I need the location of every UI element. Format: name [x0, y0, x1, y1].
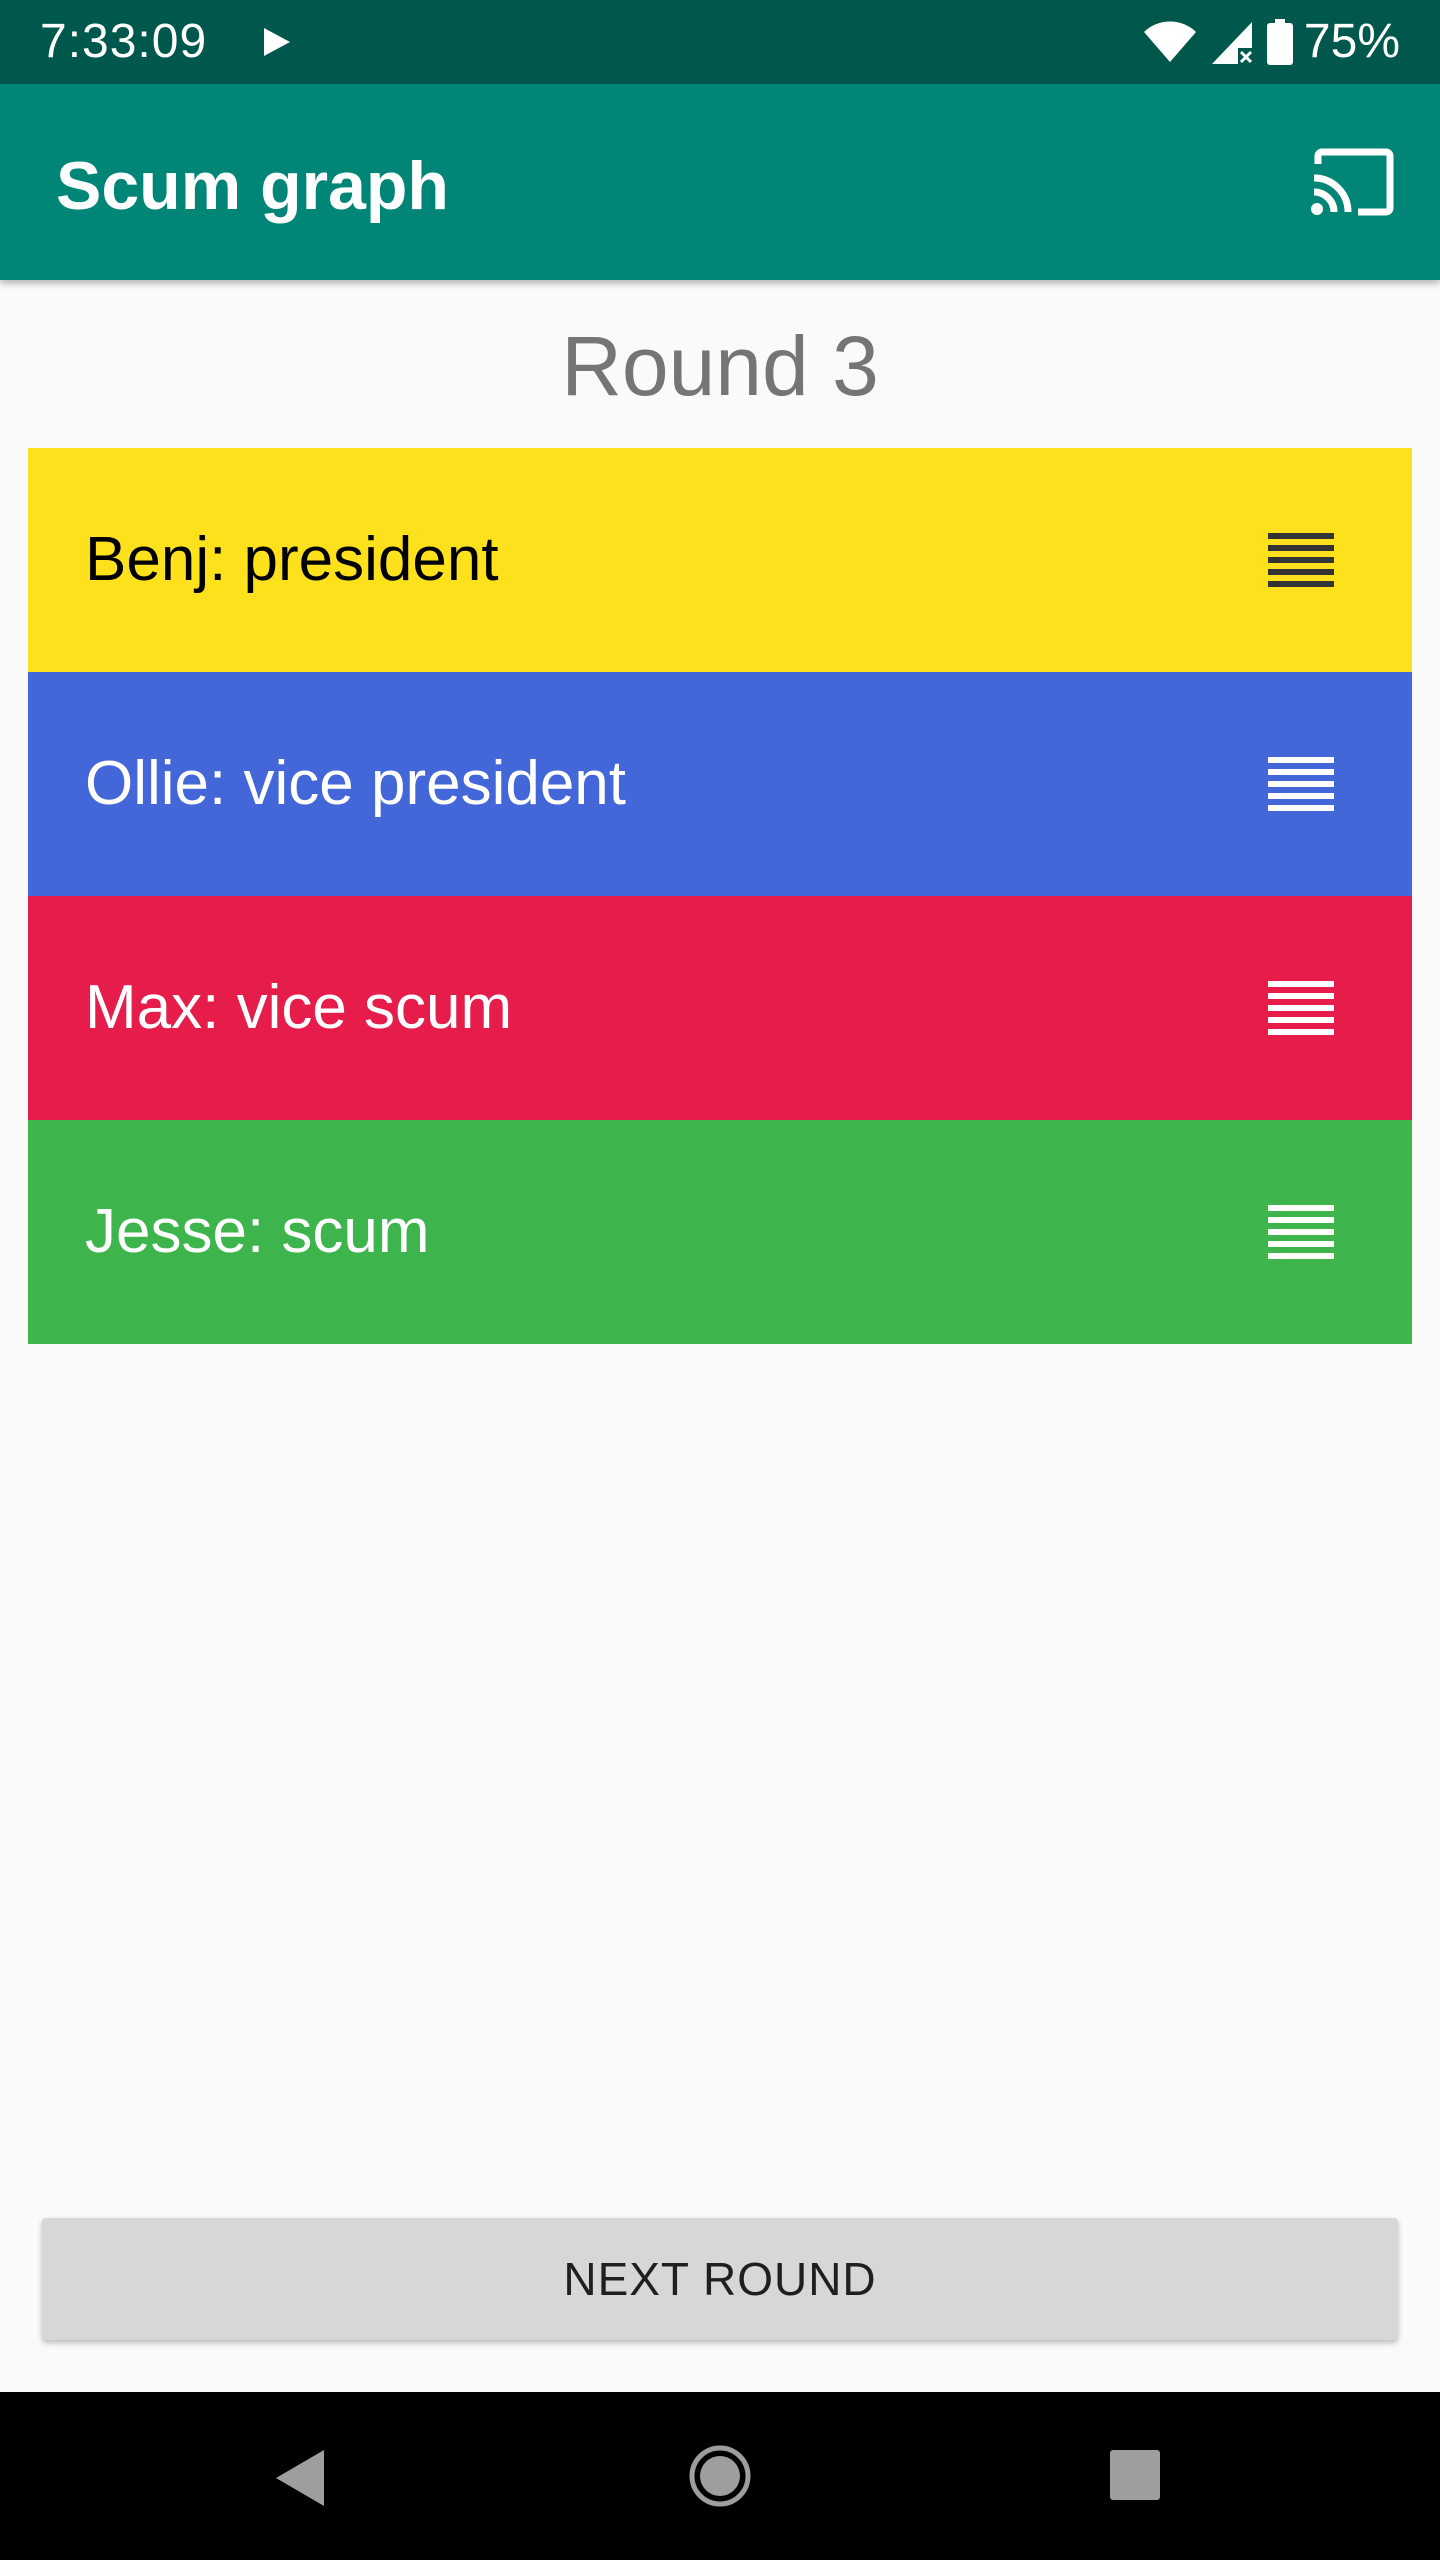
signal-icon	[1211, 22, 1252, 64]
battery-icon	[1266, 19, 1293, 65]
status-time: 7:33:09	[40, 15, 208, 68]
nav-bar	[0, 2392, 1440, 2560]
back-icon[interactable]	[270, 2446, 330, 2510]
play-icon	[264, 28, 290, 56]
rank-label: Max: vice scum	[85, 973, 513, 1042]
rank-item-vice-president[interactable]: Ollie: vice president	[28, 672, 1412, 896]
drag-handle-icon[interactable]	[1268, 1205, 1334, 1259]
drag-handle-icon[interactable]	[1268, 757, 1334, 811]
cast-button[interactable]	[1304, 140, 1400, 224]
drag-handle-icon[interactable]	[1268, 533, 1334, 587]
app-bar: Scum graph	[0, 84, 1440, 280]
cast-icon	[1311, 148, 1394, 216]
rank-item-president[interactable]: Benj: president	[28, 448, 1412, 672]
home-icon[interactable]	[688, 2444, 752, 2508]
next-round-button[interactable]: NEXT ROUND	[42, 2218, 1398, 2340]
wifi-icon	[1143, 21, 1196, 62]
battery-percent: 75%	[1303, 15, 1400, 68]
drag-handle-icon[interactable]	[1268, 981, 1334, 1035]
rank-item-scum[interactable]: Jesse: scum	[28, 1120, 1412, 1344]
status-bar: 7:33:09 75%	[0, 0, 1440, 84]
rank-label: Jesse: scum	[85, 1197, 430, 1266]
status-icons: 75%	[1142, 14, 1400, 70]
screen: 7:33:09 75% Scum graph Round 3 Benj: pre…	[0, 0, 1440, 2560]
round-title: Round 3	[561, 319, 879, 413]
rank-item-vice-scum[interactable]: Max: vice scum	[28, 896, 1412, 1120]
recents-icon[interactable]	[1108, 2448, 1162, 2502]
app-title: Scum graph	[56, 148, 449, 224]
rank-label: Ollie: vice president	[85, 749, 627, 818]
rank-list: Benj: president Ollie: vice president Ma…	[28, 448, 1412, 1344]
rank-label: Benj: president	[85, 525, 499, 594]
